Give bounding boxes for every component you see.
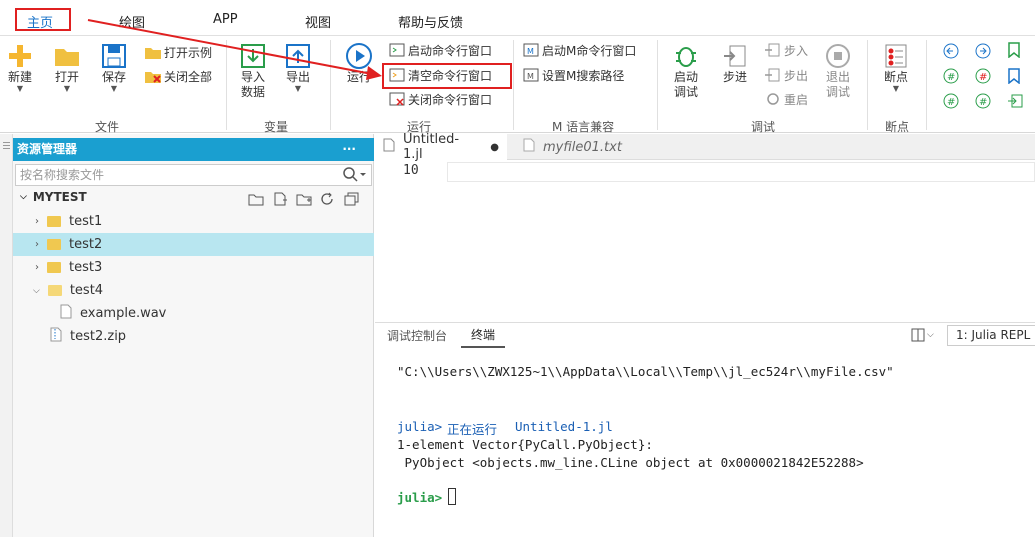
editor-tabs: Untitled-1.jl ● myfile01.txt xyxy=(375,132,1035,162)
new-folder-icon[interactable] xyxy=(296,192,312,206)
split-terminal-icon[interactable]: ⌵ xyxy=(911,328,934,342)
folder-icon xyxy=(47,262,61,273)
terminal-prompt: julia> xyxy=(397,490,443,505)
chevron-right-icon: › xyxy=(35,216,39,227)
file-icon xyxy=(60,304,72,323)
tree-item-label: test2 xyxy=(69,237,103,252)
tree-item[interactable]: › test1 xyxy=(13,210,374,233)
tree-item[interactable]: › test3 xyxy=(13,256,374,279)
tab-untitled[interactable]: Untitled-1.jl ● xyxy=(375,132,507,162)
file-icon xyxy=(523,138,535,156)
refresh-icon[interactable] xyxy=(320,192,336,206)
chevron-right-icon: › xyxy=(35,262,39,273)
root-folder[interactable]: ⌵ MYTEST xyxy=(20,190,87,204)
tree-item[interactable]: ⌵ test4 xyxy=(13,279,374,302)
folder-icon xyxy=(47,216,61,227)
terminal-running-file: Untitled-1.jl xyxy=(515,419,613,434)
bottom-panel: 调试控制台 终端 ⌵ 1: Julia REPL "C:\\Users\\ZWX… xyxy=(375,322,1035,537)
search-icon[interactable] xyxy=(343,167,367,186)
explorer-header: 资源管理器 ··· xyxy=(13,138,374,161)
new-file-icon[interactable] xyxy=(272,192,288,206)
explorer-title: 资源管理器 xyxy=(17,142,78,156)
menu-icon[interactable] xyxy=(3,142,10,143)
terminal-running-label: 正在运行 xyxy=(447,422,498,437)
tree-item-selected[interactable]: › test2 xyxy=(13,233,374,256)
tab-terminal[interactable]: 终端 xyxy=(461,323,506,348)
terminal-output-path: "C:\\Users\\ZWX125~1\\AppData\\Local\\Te… xyxy=(397,364,894,379)
search-input[interactable]: 按名称搜索文件 xyxy=(15,164,372,186)
explorer-panel: 资源管理器 ··· 按名称搜索文件 ⌵ MYTEST › test1 › tes… xyxy=(13,134,374,537)
editor-area: Untitled-1.jl ● myfile01.txt 10 xyxy=(375,132,1035,322)
repl-select[interactable]: 1: Julia REPL xyxy=(947,325,1035,346)
folder-open-icon xyxy=(47,285,62,296)
terminal-cursor[interactable] xyxy=(448,488,456,505)
more-icon[interactable]: ··· xyxy=(342,138,356,161)
tab-label: myfile01.txt xyxy=(543,139,622,155)
chevron-down-icon: ⌵ xyxy=(20,192,27,202)
activity-bar xyxy=(0,134,13,537)
root-folder-label: MYTEST xyxy=(32,190,87,204)
new-folder-up-icon[interactable] xyxy=(248,192,264,206)
tree-item-label: test2.zip xyxy=(70,329,127,344)
tree-item[interactable]: test2.zip xyxy=(13,325,374,348)
collapse-all-icon[interactable] xyxy=(344,192,360,206)
folder-icon xyxy=(47,239,61,250)
tree-item-label: example.wav xyxy=(80,306,167,321)
tab-myfile[interactable]: myfile01.txt xyxy=(515,134,645,160)
tab-label: Untitled-1.jl xyxy=(403,132,460,162)
line-number: 10 xyxy=(403,163,419,178)
terminal-prompt: julia> xyxy=(397,419,443,434)
current-line[interactable] xyxy=(447,162,1035,182)
chevron-down-icon: ⌵ xyxy=(927,330,934,340)
tree-item-label: test4 xyxy=(69,283,104,298)
unsaved-dot-icon[interactable]: ● xyxy=(490,142,499,153)
tab-debug-console[interactable]: 调试控制台 xyxy=(377,323,457,348)
zip-icon xyxy=(50,327,62,346)
explorer-toolbar xyxy=(248,192,360,206)
terminal-output-line: PyObject <objects.mw_line.CLine object a… xyxy=(397,455,864,470)
tree-item[interactable]: example.wav xyxy=(13,302,374,325)
chevron-right-icon: › xyxy=(35,239,39,250)
tree-item-label: test1 xyxy=(69,214,103,229)
tree-item-label: test3 xyxy=(69,260,103,275)
chevron-down-icon: ⌵ xyxy=(33,285,40,296)
julia-file-icon xyxy=(383,138,395,156)
terminal-output-line: 1-element Vector{PyCall.PyObject}: xyxy=(397,437,653,452)
